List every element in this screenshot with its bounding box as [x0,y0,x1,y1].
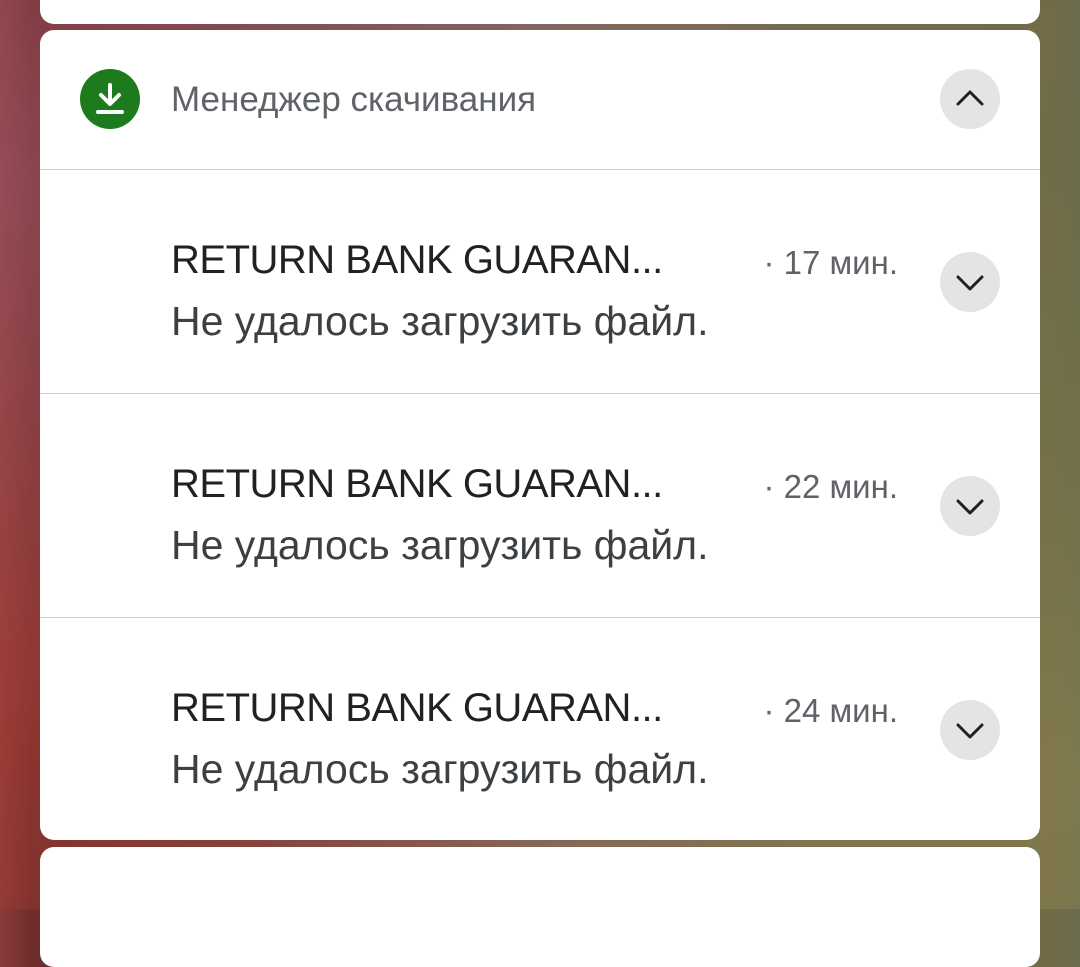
notification-item[interactable]: RETURN BANK GUARAN... · 24 мин. Не удало… [40,618,1040,840]
notification-item[interactable]: RETURN BANK GUARAN... · 17 мин. Не удало… [40,170,1040,394]
chevron-up-icon[interactable] [940,69,1000,129]
previous-notification-card[interactable] [40,0,1040,24]
notification-title: RETURN BANK GUARAN... [171,686,663,730]
notification-message: Не удалось загрузить файл. [171,522,709,568]
notification-title: RETURN BANK GUARAN... [171,462,663,506]
download-icon [80,69,140,129]
chevron-down-icon[interactable] [940,476,1000,536]
notification-group-header[interactable]: Менеджер скачивания [40,30,1040,170]
notification-item[interactable]: RETURN BANK GUARAN... · 22 мин. Не удало… [40,394,1040,618]
notification-message: Не удалось загрузить файл. [171,298,709,344]
chevron-down-icon[interactable] [940,700,1000,760]
notification-message: Не удалось загрузить файл. [171,746,709,792]
app-name: Менеджер скачивания [171,80,537,119]
notification-time: · 24 мин. [763,692,898,729]
chevron-down-icon[interactable] [940,252,1000,312]
next-notification-card[interactable] [40,847,1040,967]
notification-time: · 17 мин. [763,244,898,281]
notification-title: RETURN BANK GUARAN... [171,238,663,282]
download-manager-notification-group: Менеджер скачивания RETURN BANK GUARAN..… [40,30,1040,840]
notification-time: · 22 мин. [763,468,898,505]
